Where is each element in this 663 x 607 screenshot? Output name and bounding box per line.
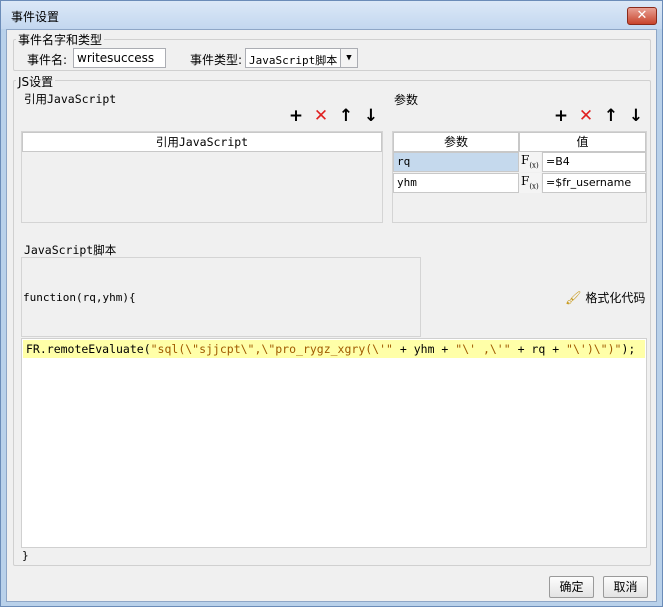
brush-icon: 🖌	[565, 291, 582, 306]
code-string: "sql(\"sjjcpt\",\"pro_rygz_xgry(\'"	[150, 342, 393, 356]
window-title: 事件设置	[11, 10, 60, 24]
script-editor[interactable]: FR.remoteEvaluate("sql(\"sjjcpt\",\"pro_…	[21, 338, 647, 548]
ref-js-column-header[interactable]: 引用JavaScript	[22, 132, 382, 152]
close-button[interactable]: ✕	[627, 7, 657, 25]
code-string: "\')\")"	[566, 342, 622, 356]
param-column-header[interactable]: 参数	[393, 132, 519, 152]
title-bar[interactable]: 事件设置 ✕	[1, 1, 662, 29]
code-line-highlighted[interactable]: FR.remoteEvaluate("sql(\"sjjcpt\",\"pro_…	[23, 340, 645, 358]
param-name-cell[interactable]: yhm	[393, 173, 519, 193]
code-suffix: );	[621, 342, 636, 356]
param-value-cell[interactable]: =B4	[542, 152, 646, 172]
event-type-value: JavaScript脚本	[249, 54, 338, 67]
js-settings-group-title: JS设置	[16, 73, 56, 90]
event-name-type-group-title: 事件名字和类型	[16, 31, 105, 48]
arrow-down-icon[interactable]: ↓	[628, 108, 644, 125]
param-name-cell[interactable]: rq	[393, 152, 519, 172]
delete-x-icon[interactable]: ✕	[578, 108, 594, 125]
script-footer-line: }	[22, 549, 29, 562]
ok-button[interactable]: 确定	[549, 576, 594, 598]
event-name-label: 事件名:	[27, 53, 68, 67]
plus-icon[interactable]: +	[288, 108, 304, 125]
event-type-select[interactable]: JavaScript脚本 ▼	[245, 48, 358, 68]
dialog-content: 事件名字和类型 事件名: writesuccess 事件类型: JavaScri…	[6, 29, 657, 602]
params-title: 参数	[394, 93, 419, 107]
script-title: JavaScript脚本	[24, 243, 117, 257]
chevron-down-icon[interactable]: ▼	[340, 49, 357, 67]
delete-x-icon[interactable]: ✕	[313, 108, 329, 125]
code-prefix: FR.remoteEvaluate(	[26, 342, 151, 356]
script-header-line: function(rq,yhm){	[23, 291, 136, 304]
formula-fx-icon[interactable]: F(x)	[519, 152, 541, 172]
event-type-label: 事件类型:	[190, 53, 243, 67]
cancel-button[interactable]: 取消	[603, 576, 648, 598]
code-operator: + rq +	[510, 342, 567, 356]
format-code-button[interactable]: 🖌 格式化代码	[565, 289, 645, 306]
arrow-up-icon[interactable]: ↑	[603, 108, 619, 125]
ref-js-title: 引用JavaScript	[24, 92, 117, 106]
code-string: "\' ,\'"	[455, 342, 511, 356]
arrow-down-icon[interactable]: ↓	[363, 108, 379, 125]
param-value-cell[interactable]: =$fr_username	[542, 173, 646, 193]
code-operator: + yhm +	[392, 342, 456, 356]
plus-icon[interactable]: +	[553, 108, 569, 125]
value-column-header[interactable]: 值	[519, 132, 646, 152]
format-code-label: 格式化代码	[585, 291, 646, 305]
arrow-up-icon[interactable]: ↑	[338, 108, 354, 125]
event-name-input[interactable]: writesuccess	[73, 48, 166, 68]
event-settings-dialog: 事件设置 ✕ 事件名字和类型 事件名: writesuccess 事件类型: J…	[0, 0, 663, 607]
formula-fx-icon[interactable]: F(x)	[519, 173, 541, 193]
